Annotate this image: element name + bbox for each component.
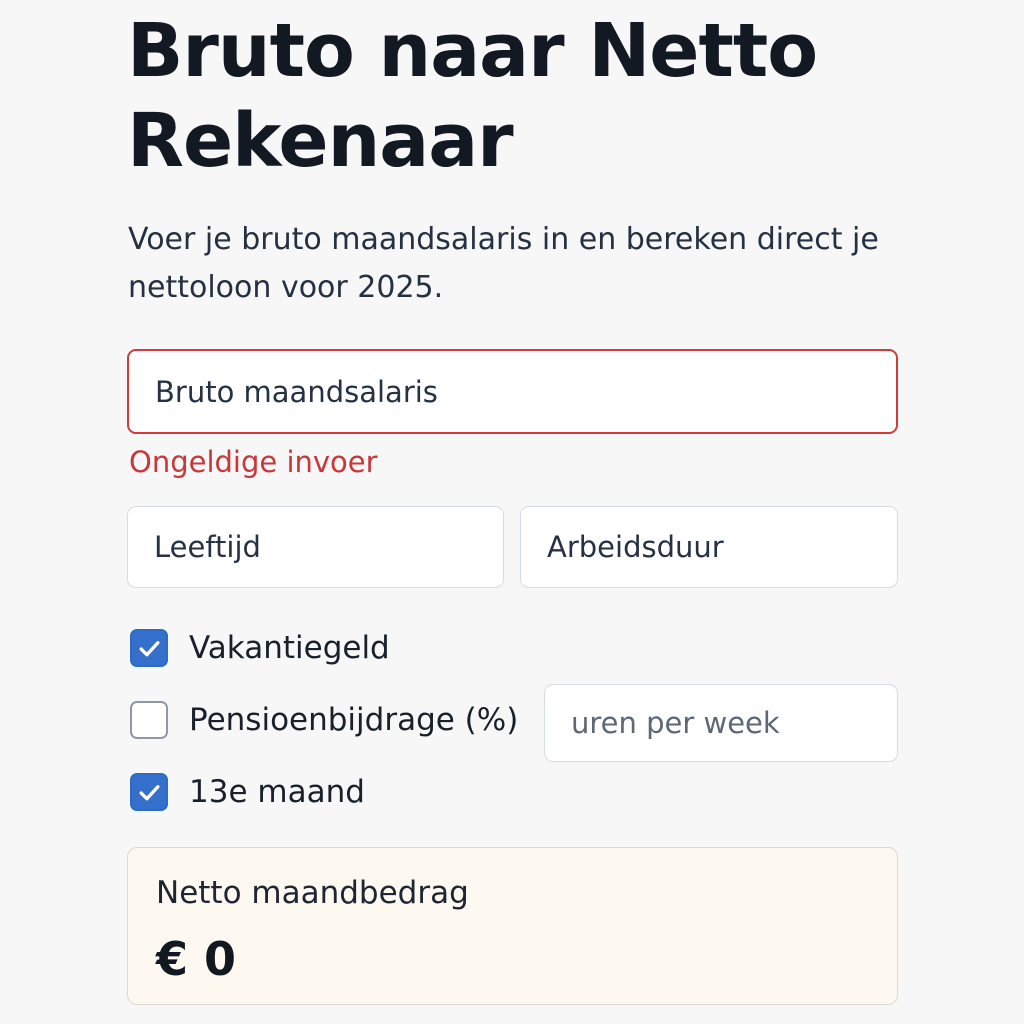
page-title: Bruto naar Netto Rekenaar [127, 8, 818, 184]
calculator-page: Bruto naar Netto Rekenaar Voer je bruto … [0, 0, 1024, 1024]
thirteenth-month-checkbox[interactable] [130, 773, 168, 811]
work-duration-placeholder: Arbeidsduur [547, 530, 724, 564]
page-description: Voer je bruto maandsalaris in en bereken… [128, 222, 879, 305]
pension-contribution-option[interactable]: Pensioenbijdrage (%) [130, 700, 518, 740]
thirteenth-month-label: 13e maand [189, 774, 365, 810]
net-result-card: Netto maandbedrag € 0 [127, 847, 898, 1005]
hours-per-week-input[interactable]: uren per week [544, 684, 898, 762]
pension-contribution-checkbox[interactable] [130, 701, 168, 739]
age-placeholder: Leeftijd [154, 530, 261, 564]
thirteenth-month-option[interactable]: 13e maand [130, 772, 365, 812]
holiday-pay-label: Vakantiegeld [189, 630, 390, 666]
gross-salary-placeholder: Bruto maandsalaris [155, 374, 438, 409]
work-duration-input[interactable]: Arbeidsduur [520, 506, 898, 588]
checkmark-icon [139, 640, 159, 656]
gross-salary-error-message: Ongeldige invoer [129, 445, 378, 479]
gross-salary-input[interactable]: Bruto maandsalaris [127, 349, 898, 434]
net-result-label: Netto maandbedrag [156, 875, 469, 911]
pension-contribution-label: Pensioenbijdrage (%) [189, 702, 519, 738]
hours-per-week-placeholder: uren per week [571, 706, 780, 740]
holiday-pay-checkbox[interactable] [130, 629, 168, 667]
net-result-value: € 0 [156, 932, 237, 986]
holiday-pay-option[interactable]: Vakantiegeld [130, 628, 390, 668]
age-input[interactable]: Leeftijd [127, 506, 504, 588]
checkmark-icon [139, 784, 159, 800]
